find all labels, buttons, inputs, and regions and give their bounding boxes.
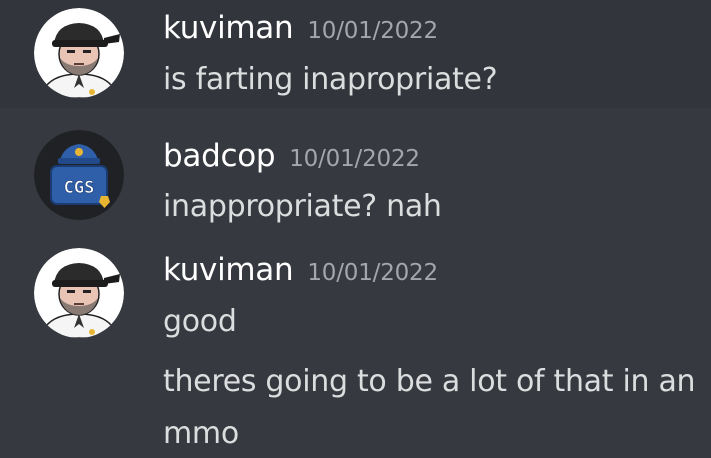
username[interactable]: badcop bbox=[163, 138, 276, 174]
message-text: is farting inapropriate? bbox=[163, 62, 498, 97]
message-header: kuviman 10/01/2022 bbox=[163, 13, 438, 44]
message-text: inappropriate? nah bbox=[163, 189, 442, 224]
timestamp[interactable]: 10/01/2022 bbox=[289, 146, 420, 172]
timestamp[interactable]: 10/01/2022 bbox=[307, 18, 438, 44]
message-text: theres going to be a lot of that in an bbox=[163, 364, 696, 399]
chat-messages: kuviman 10/01/2022 is farting inapropriat… bbox=[0, 0, 711, 458]
message-header: kuviman 10/01/2022 bbox=[163, 255, 438, 286]
kuviman-avatar-icon[interactable] bbox=[34, 248, 124, 338]
avatar-text: CGS bbox=[64, 178, 95, 198]
message-group-kuviman-1: kuviman 10/01/2022 is farting inapropriat… bbox=[0, 0, 711, 108]
message-group-kuviman-2: kuviman 10/01/2022 good theres going to b… bbox=[0, 246, 711, 458]
badcop-avatar-icon[interactable]: CGS bbox=[34, 130, 124, 220]
kuviman-avatar-icon[interactable] bbox=[34, 8, 124, 98]
message-text: mmo bbox=[163, 416, 239, 451]
message-text: good bbox=[163, 304, 237, 339]
message-group-badcop: CGS badcop 10/01/2022 inappropriate? nah bbox=[0, 108, 711, 246]
timestamp[interactable]: 10/01/2022 bbox=[307, 260, 438, 286]
message-header: badcop 10/01/2022 bbox=[163, 141, 420, 172]
username[interactable]: kuviman bbox=[163, 252, 294, 288]
username[interactable]: kuviman bbox=[163, 10, 294, 46]
